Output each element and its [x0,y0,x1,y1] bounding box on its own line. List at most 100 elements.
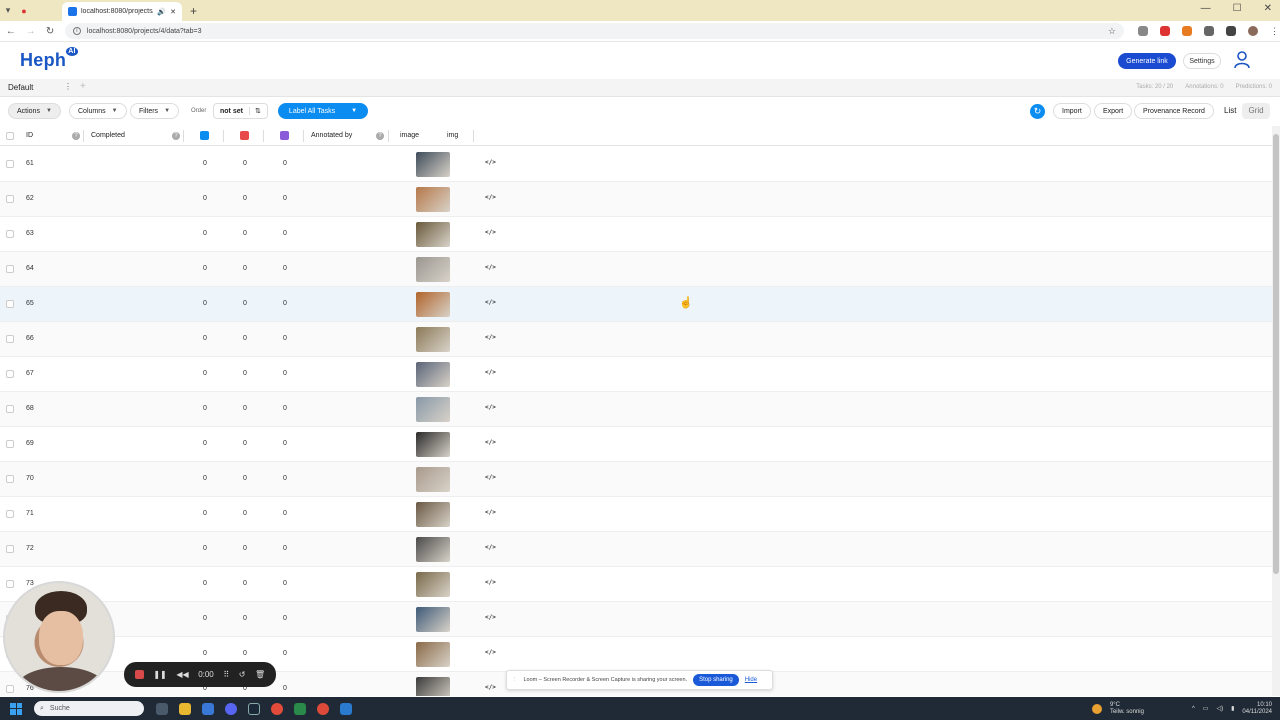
settings-button[interactable]: Settings [1183,53,1221,69]
extensions-puzzle-icon[interactable] [1203,26,1214,36]
scrollbar-thumb[interactable] [1273,134,1279,574]
select-all-checkbox[interactable] [6,132,14,140]
row-checkbox[interactable] [6,300,14,308]
code-view-icon[interactable]: </> [485,649,496,656]
code-view-icon[interactable]: </> [485,579,496,586]
app-icon[interactable] [202,702,214,715]
code-view-icon[interactable]: </> [485,299,496,306]
profile-avatar[interactable] [1247,26,1258,36]
minimize-icon[interactable]: — [1201,3,1211,14]
table-row[interactable]: 73 0 0 0 </> [0,567,1272,602]
tab-close-icon[interactable]: ✕ [170,8,176,16]
image-thumbnail[interactable] [416,257,450,282]
column-id[interactable]: ID [26,132,33,139]
row-checkbox[interactable] [6,440,14,448]
table-row[interactable]: 61 0 0 0 </> [0,147,1272,182]
column-annotated-by[interactable]: Annotated by [311,132,352,139]
code-view-icon[interactable]: </> [485,474,496,481]
image-thumbnail[interactable] [416,432,450,457]
row-checkbox[interactable] [6,370,14,378]
table-row[interactable]: 67 0 0 0 </> [0,357,1272,392]
image-thumbnail[interactable] [416,467,450,492]
image-thumbnail[interactable] [416,222,450,247]
row-checkbox[interactable] [6,195,14,203]
task-view-icon[interactable] [156,702,168,715]
image-thumbnail[interactable] [416,502,450,527]
table-row[interactable]: 69 0 0 0 </> [0,427,1272,462]
webcam-bubble[interactable] [3,581,115,693]
download-icon[interactable] [1225,26,1236,36]
tab-default[interactable]: Default [8,83,33,92]
new-tab-button[interactable]: + [190,4,197,18]
site-info-icon[interactable]: i [72,27,81,35]
table-row[interactable]: 70 0 0 0 </> [0,462,1272,497]
loom-extension-icon[interactable] [1159,26,1170,36]
tray-chevron-icon[interactable]: ^ [1192,706,1195,712]
tab-menu-icon[interactable]: ▾ [0,3,16,19]
image-thumbnail[interactable] [416,572,450,597]
code-view-icon[interactable]: </> [485,159,496,166]
column-completed[interactable]: Completed [91,132,125,139]
browser-menu-icon[interactable]: ⋮ [1270,26,1280,36]
grid-view-tab[interactable]: Grid [1242,103,1270,119]
file-explorer-icon[interactable] [179,702,191,715]
table-row[interactable]: 72 0 0 0 </> [0,532,1272,567]
code-view-icon[interactable]: </> [485,229,496,236]
list-view-tab[interactable]: List [1218,103,1242,119]
row-checkbox[interactable] [6,510,14,518]
row-checkbox[interactable] [6,230,14,238]
image-thumbnail[interactable] [416,152,450,177]
code-view-icon[interactable]: </> [485,439,496,446]
pause-icon[interactable]: ❚❚ [153,670,166,679]
refresh-icon[interactable]: ↻ [1030,104,1045,119]
help-icon[interactable]: ? [172,132,180,140]
image-thumbnail[interactable] [416,292,450,317]
code-view-icon[interactable]: </> [485,544,496,551]
table-scrollbar[interactable] [1272,126,1280,696]
weather-icon[interactable] [1091,703,1102,714]
image-thumbnail[interactable] [416,677,450,696]
table-row[interactable]: 68 0 0 0 </> [0,392,1272,427]
steam-icon[interactable] [248,702,260,715]
metamask-extension-icon[interactable] [1181,26,1192,36]
row-checkbox[interactable] [6,335,14,343]
help-icon[interactable]: ? [376,132,384,140]
chrome-icon[interactable] [271,702,283,715]
label-all-tasks-button[interactable]: Label All Tasks ▼ [278,103,368,119]
app-icon[interactable] [294,702,306,715]
rewind-icon[interactable]: ◀◀ [176,670,188,679]
table-row[interactable]: 66 0 0 0 </> [0,322,1272,357]
filters-dropdown[interactable]: Filters ▼ [130,103,180,119]
export-button[interactable]: Export [1094,103,1133,119]
reload-icon[interactable]: ↻ [41,26,59,37]
user-profile-icon[interactable] [1234,51,1250,69]
actions-dropdown[interactable]: Actions ▼ [8,103,61,119]
clock[interactable]: 10:10 04/11/2024 [1242,702,1272,716]
forward-icon[interactable]: → [22,26,40,37]
chevron-down-icon[interactable]: ▼ [351,108,357,114]
row-checkbox[interactable] [6,545,14,553]
bookmark-star-icon[interactable]: ☆ [1108,26,1116,37]
restart-icon[interactable]: ↺ [239,670,246,679]
column-image[interactable]: image [400,132,419,139]
sort-direction-icon[interactable]: ⇅ [248,107,261,115]
row-checkbox[interactable] [6,580,14,588]
code-view-icon[interactable]: </> [485,614,496,621]
cancelled-annotations-icon[interactable] [240,131,249,140]
table-row[interactable]: 63 0 0 0 </> [0,217,1272,252]
help-icon[interactable]: ? [72,132,80,140]
discord-icon[interactable] [225,702,237,715]
table-row[interactable]: 74000</> [0,602,1272,637]
total-annotations-icon[interactable] [200,131,209,140]
drag-handle-icon[interactable]: ⋮ [512,677,518,683]
image-thumbnail[interactable] [416,187,450,212]
close-window-icon[interactable]: ✕ [1264,3,1272,14]
extension-icon[interactable] [1137,26,1148,36]
image-thumbnail[interactable] [416,537,450,562]
column-img[interactable]: img [447,132,458,139]
code-view-icon[interactable]: </> [485,404,496,411]
table-row[interactable]: 71 0 0 0 </> [0,497,1272,532]
stop-recording-icon[interactable] [134,670,144,679]
image-thumbnail[interactable] [416,362,450,387]
network-icon[interactable]: ▭ [1203,705,1209,712]
